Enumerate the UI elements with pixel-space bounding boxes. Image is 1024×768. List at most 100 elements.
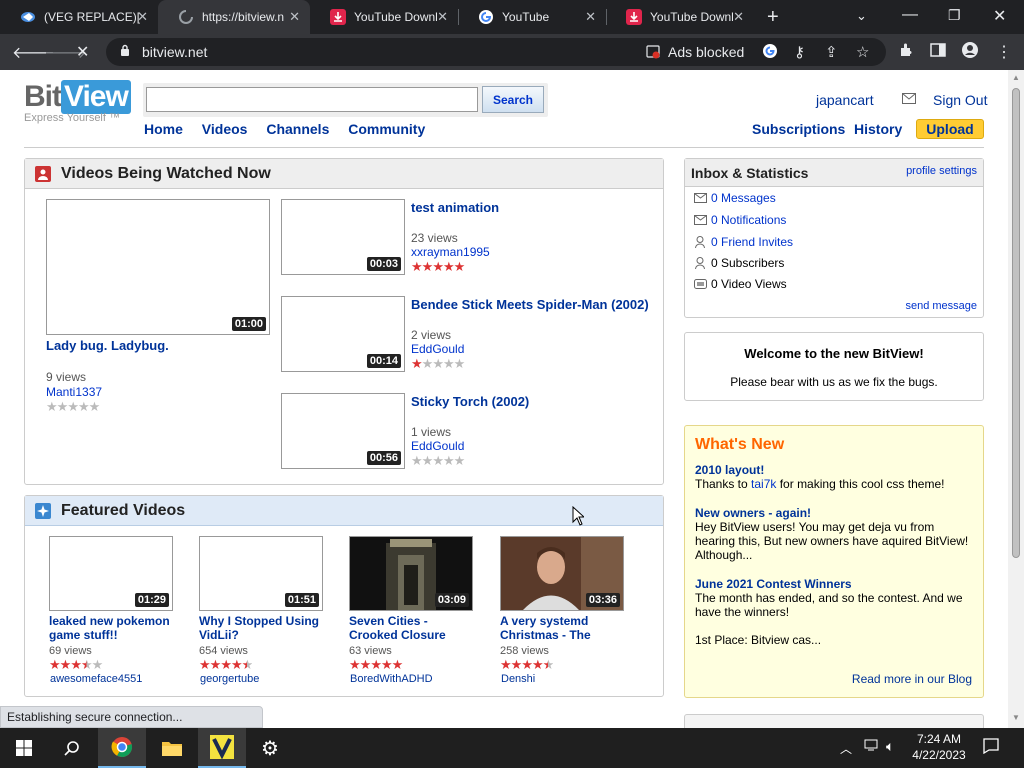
page-scrollbar[interactable]: ▲ ▼ xyxy=(1008,70,1024,728)
nav-channels[interactable]: Channels xyxy=(266,121,329,137)
tai7k-link[interactable]: tai7k xyxy=(751,477,776,491)
mail-icon[interactable] xyxy=(902,91,916,107)
video-title[interactable]: Why I Stopped Using VidLii? xyxy=(199,614,329,642)
browser-tab-4[interactable]: YouTube ✕ xyxy=(458,0,606,34)
scroll-up-icon[interactable]: ▲ xyxy=(1012,73,1020,82)
close-icon[interactable]: ✕ xyxy=(137,9,148,25)
messages-link[interactable]: 0 Messages xyxy=(711,191,776,205)
bitview-logo[interactable]: Bit View Express Yourself ™ xyxy=(24,80,131,124)
sign-out-link[interactable]: Sign Out xyxy=(933,92,987,108)
restore-icon[interactable]: ❐ xyxy=(948,7,961,24)
username-link[interactable]: japancart xyxy=(816,92,874,108)
author-link[interactable]: EddGould xyxy=(411,439,464,453)
close-icon[interactable]: ✕ xyxy=(585,9,596,25)
network-icon[interactable] xyxy=(864,738,880,755)
key-icon[interactable]: ⚷ xyxy=(794,43,805,61)
scrollbar-thumb[interactable] xyxy=(1012,88,1020,558)
read-more-blog-link[interactable]: Read more in our Blog xyxy=(852,672,972,686)
chevron-up-icon[interactable]: ︿ xyxy=(840,740,852,757)
close-window-icon[interactable]: ✕ xyxy=(993,6,1006,26)
author-link[interactable]: Manti1337 xyxy=(46,385,102,399)
send-message-link[interactable]: send message xyxy=(905,300,977,312)
notifications-icon[interactable] xyxy=(983,738,999,757)
nav-community[interactable]: Community xyxy=(348,121,425,137)
video-thumbnail[interactable]: 01:51 xyxy=(199,536,323,611)
vegas-taskbar-icon[interactable] xyxy=(198,728,246,768)
stop-icon[interactable]: ✕ xyxy=(76,42,89,62)
volume-icon[interactable]: 🔈︎ xyxy=(886,738,894,755)
file-explorer-icon[interactable] xyxy=(148,728,196,768)
subscriptions-link[interactable]: Subscriptions xyxy=(752,121,845,137)
video-title[interactable]: Seven Cities - Crooked Closure xyxy=(349,614,479,642)
search-button[interactable]: Search xyxy=(482,86,544,113)
inbox-row[interactable]: 0 Notifications xyxy=(693,213,786,227)
duration-badge: 01:00 xyxy=(231,317,266,331)
address-bar[interactable]: bitview.net Ads blocked ⚷ ⇪ ☆ xyxy=(106,38,886,66)
news-title[interactable]: 2010 layout! xyxy=(695,463,764,477)
nav-home[interactable]: Home xyxy=(144,121,183,137)
author-link[interactable]: BoredWithADHD xyxy=(350,673,433,685)
close-icon[interactable]: ✕ xyxy=(437,9,448,25)
notifications-link[interactable]: 0 Notifications xyxy=(711,213,786,227)
share-icon[interactable]: ⇪ xyxy=(825,43,838,61)
author-link[interactable]: awesomeface4551 xyxy=(50,673,142,685)
browser-tab-5[interactable]: YouTube Downl ✕ xyxy=(606,0,754,34)
video-thumbnail[interactable]: 00:03 xyxy=(281,199,405,275)
extensions-icon[interactable] xyxy=(898,42,914,63)
video-thumbnail[interactable]: 03:36 xyxy=(500,536,624,611)
video-title[interactable]: Sticky Torch (2002) xyxy=(411,394,529,409)
news-title[interactable]: June 2021 Contest Winners xyxy=(695,577,852,591)
profile-icon[interactable] xyxy=(962,42,978,63)
bookmark-star-icon[interactable]: ☆ xyxy=(856,43,869,61)
duration-badge: 01:51 xyxy=(284,593,319,607)
history-link[interactable]: History xyxy=(854,121,902,137)
news-text-extra: 1st Place: Bitview cas... xyxy=(695,633,822,647)
windows-start-icon[interactable] xyxy=(0,728,48,768)
video-title[interactable]: Lady bug. Ladybug. xyxy=(46,338,169,353)
tab-search-icon[interactable]: ⌄ xyxy=(856,8,867,24)
browser-tab-1[interactable]: (VEG REPLACE)[I ✕ xyxy=(0,0,158,34)
video-thumbnail[interactable]: 03:09 xyxy=(349,536,473,611)
system-clock[interactable]: 7:24 AM 4/22/2023 xyxy=(904,731,974,763)
browser-tab-3[interactable]: YouTube Downl ✕ xyxy=(310,0,458,34)
video-title[interactable]: A very systemd Christmas - The xyxy=(500,614,630,642)
minimize-icon[interactable]: — xyxy=(902,6,918,24)
author-link[interactable]: georgertube xyxy=(200,673,259,685)
video-thumbnail[interactable]: 01:00 xyxy=(46,199,270,335)
inbox-row[interactable]: 0 Friend Invites xyxy=(693,235,793,249)
video-thumbnail[interactable]: 00:56 xyxy=(281,393,405,469)
inbox-row[interactable]: 0 Messages xyxy=(693,191,776,205)
ads-blocked-indicator[interactable]: Ads blocked xyxy=(646,44,744,60)
google-lens-icon[interactable] xyxy=(762,43,778,63)
search-icon[interactable] xyxy=(48,728,96,768)
close-icon[interactable]: ✕ xyxy=(733,9,744,25)
menu-icon[interactable]: ⋮ xyxy=(996,42,1012,62)
profile-settings-link[interactable]: profile settings xyxy=(906,165,977,177)
upload-button[interactable]: Upload xyxy=(916,119,984,139)
nav-videos[interactable]: Videos xyxy=(202,121,248,137)
author-link[interactable]: Denshi xyxy=(501,673,535,685)
chrome-taskbar-icon[interactable] xyxy=(98,728,146,768)
close-icon[interactable]: ✕ xyxy=(289,9,300,25)
video-title[interactable]: test animation xyxy=(411,200,499,215)
news-title[interactable]: New owners - again! xyxy=(695,506,811,520)
friend-invites-link[interactable]: 0 Friend Invites xyxy=(711,235,793,249)
browser-tab-2[interactable]: https://bitview.n ✕ xyxy=(158,0,310,34)
search-input[interactable] xyxy=(146,87,478,112)
side-panel-icon[interactable] xyxy=(930,42,946,63)
view-count: 654 views xyxy=(199,645,248,657)
ads-blocked-icon xyxy=(646,45,660,59)
video-title[interactable]: leaked new pokemon game stuff!! xyxy=(49,614,179,642)
video-thumbnail[interactable]: 00:14 xyxy=(281,296,405,372)
new-tab-icon[interactable]: + xyxy=(767,6,779,29)
author-link[interactable]: EddGould xyxy=(411,342,464,356)
vegas-icon xyxy=(20,9,36,25)
lock-icon[interactable] xyxy=(120,44,130,60)
video-title[interactable]: Bendee Stick Meets Spider-Man (2002) xyxy=(411,297,649,312)
url-text[interactable]: bitview.net xyxy=(142,44,207,60)
video-thumbnail[interactable]: 01:29 xyxy=(49,536,173,611)
author-link[interactable]: xxrayman1995 xyxy=(411,245,490,259)
browser-toolbar: 🡐 🡒 ✕ bitview.net Ads blocked ⚷ ⇪ ☆ ⋮ xyxy=(0,34,1024,70)
scroll-down-icon[interactable]: ▼ xyxy=(1012,713,1020,722)
settings-gear-icon[interactable]: ⚙ xyxy=(246,728,294,768)
